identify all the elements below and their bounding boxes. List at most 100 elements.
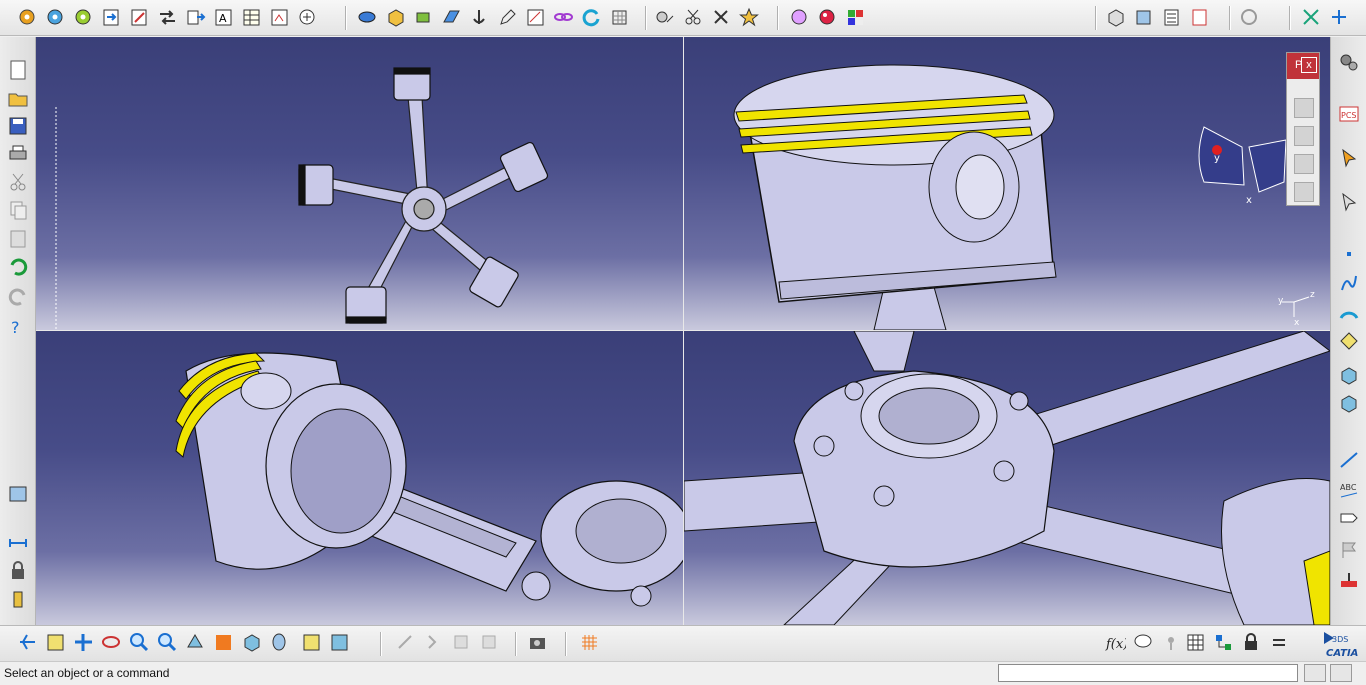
edit-doc-icon[interactable] xyxy=(129,7,150,28)
star-icon[interactable] xyxy=(739,7,760,28)
gear-options-icon[interactable] xyxy=(73,7,94,28)
fit-all-icon[interactable] xyxy=(1301,7,1322,28)
render-style-icon[interactable] xyxy=(269,632,290,653)
material-icon[interactable] xyxy=(845,7,866,28)
chevron-right-icon[interactable] xyxy=(423,632,444,653)
disabled-tool-2-icon[interactable] xyxy=(479,632,500,653)
command-input[interactable] xyxy=(998,664,1298,682)
select-arrow-icon[interactable] xyxy=(1338,147,1360,169)
hide-show-icon[interactable] xyxy=(301,632,322,653)
arrow-doc-icon[interactable] xyxy=(185,7,206,28)
render-icon[interactable] xyxy=(789,7,810,28)
pcs-icon[interactable]: PCS xyxy=(1338,103,1360,125)
zoom-in-icon[interactable] xyxy=(129,632,150,653)
point-icon[interactable] xyxy=(1338,243,1360,265)
pencil-icon[interactable] xyxy=(497,7,518,28)
save-icon[interactable] xyxy=(7,115,29,137)
compass-widget[interactable]: y x xyxy=(1198,126,1287,206)
undo-icon[interactable] xyxy=(7,255,29,277)
constraint-disabled-icon[interactable] xyxy=(395,632,416,653)
arc-icon[interactable] xyxy=(1338,301,1360,323)
catalog-icon[interactable] xyxy=(1161,7,1182,28)
anchor-icon[interactable] xyxy=(469,7,490,28)
comment-icon[interactable] xyxy=(1133,632,1154,653)
box-icon[interactable] xyxy=(385,7,406,28)
gear-settings-icon[interactable] xyxy=(45,7,66,28)
sphere-icon[interactable] xyxy=(817,7,838,28)
panel-tool-4[interactable] xyxy=(1294,182,1314,202)
viewport-divider-vertical[interactable] xyxy=(683,37,684,625)
close-icon[interactable]: x xyxy=(1301,57,1317,73)
new-file-icon[interactable] xyxy=(7,59,29,81)
gear-icon[interactable] xyxy=(17,7,38,28)
export-icon[interactable] xyxy=(101,7,122,28)
gears-icon[interactable] xyxy=(1338,51,1360,73)
disabled-tool-icon[interactable] xyxy=(451,632,472,653)
knowledge-icon[interactable] xyxy=(1161,632,1182,653)
formula-icon[interactable]: f(x) xyxy=(1105,632,1126,653)
design-table-icon[interactable] xyxy=(1185,632,1206,653)
grid-icon[interactable] xyxy=(609,7,630,28)
pad-icon[interactable] xyxy=(413,7,434,28)
copy-icon[interactable] xyxy=(7,199,29,221)
panel-tool-2[interactable] xyxy=(1294,126,1314,146)
panel-tool-1[interactable] xyxy=(1294,98,1314,118)
battery-icon[interactable] xyxy=(7,588,29,610)
drawing-icon[interactable] xyxy=(269,7,290,28)
text-icon[interactable]: A xyxy=(213,7,234,28)
camera-icon[interactable] xyxy=(527,632,548,653)
analysis-icon[interactable] xyxy=(297,7,318,28)
tool-iso-2-icon[interactable] xyxy=(1338,393,1360,415)
measure-icon[interactable] xyxy=(655,7,676,28)
viewport-top-right[interactable]: y x y z x xyxy=(684,37,1330,330)
padlock-icon[interactable] xyxy=(1241,632,1262,653)
fly-mode-icon[interactable] xyxy=(17,632,38,653)
cross-icon[interactable] xyxy=(711,7,732,28)
table-icon[interactable] xyxy=(241,7,262,28)
refresh-icon[interactable] xyxy=(581,7,602,28)
swap-visible-space-icon[interactable] xyxy=(329,632,350,653)
pan-icon[interactable] xyxy=(73,632,94,653)
cut-icon[interactable] xyxy=(7,171,29,193)
lock-icon[interactable] xyxy=(7,560,29,582)
pcs-panel-header[interactable]: P x xyxy=(1287,53,1319,79)
tree-icon[interactable] xyxy=(1213,632,1234,653)
part-icon[interactable] xyxy=(1105,7,1126,28)
fit-all-in-icon[interactable] xyxy=(45,632,66,653)
flag-icon[interactable] xyxy=(1338,539,1360,561)
scissors-icon[interactable] xyxy=(683,7,704,28)
print-icon[interactable] xyxy=(7,143,29,165)
create-multi-view-icon[interactable] xyxy=(213,632,234,653)
tool-iso-icon[interactable] xyxy=(1338,365,1360,387)
viewport-top-left[interactable] xyxy=(36,37,683,330)
drawing-sheet-icon[interactable] xyxy=(1189,7,1210,28)
command-history-button[interactable] xyxy=(1304,664,1326,682)
sketch-icon[interactable] xyxy=(357,7,378,28)
swap-view-icon[interactable] xyxy=(1239,7,1260,28)
grid-snap-icon[interactable] xyxy=(579,632,600,653)
redo-icon[interactable] xyxy=(7,285,29,307)
paste-icon[interactable] xyxy=(7,227,29,249)
command-options-button[interactable] xyxy=(1330,664,1352,682)
rotate-icon[interactable] xyxy=(101,632,122,653)
spline-icon[interactable] xyxy=(1338,273,1360,295)
viewport-bottom-left[interactable] xyxy=(36,331,683,625)
swap-orientation-icon[interactable] xyxy=(7,483,29,505)
surface-icon[interactable] xyxy=(1338,329,1360,351)
help-icon[interactable]: ? xyxy=(7,315,29,337)
open-folder-icon[interactable] xyxy=(7,87,29,109)
constraint-v-icon[interactable] xyxy=(1338,449,1360,471)
product-icon[interactable] xyxy=(1133,7,1154,28)
select-mode-icon[interactable] xyxy=(1338,191,1360,213)
equals-icon[interactable] xyxy=(1269,632,1290,653)
plane-icon[interactable] xyxy=(441,7,462,28)
chain-icon[interactable] xyxy=(553,7,574,28)
swap-icon[interactable] xyxy=(157,7,178,28)
normal-view-icon[interactable] xyxy=(185,632,206,653)
dimension-icon[interactable] xyxy=(7,532,29,554)
zoom-out-icon[interactable] xyxy=(157,632,178,653)
viewport-bottom-right[interactable] xyxy=(684,331,1330,625)
tag-icon[interactable] xyxy=(1338,507,1360,529)
panel-tool-3[interactable] xyxy=(1294,154,1314,174)
abc-icon[interactable]: ABC xyxy=(1338,479,1360,501)
